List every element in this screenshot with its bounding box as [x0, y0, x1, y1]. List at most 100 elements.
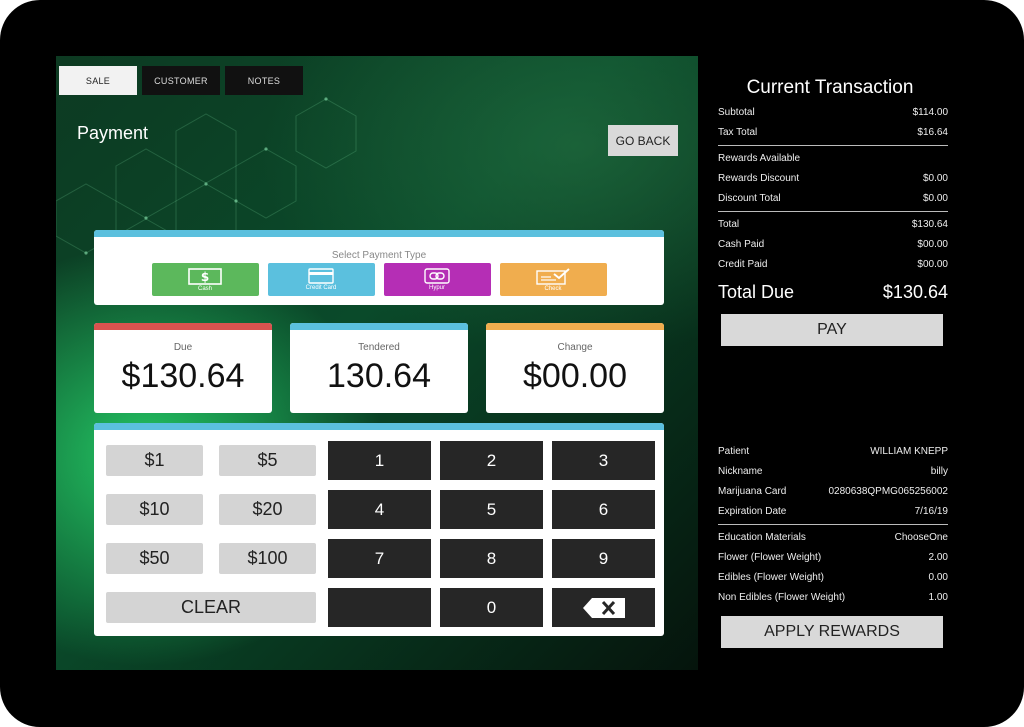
- quick-amount-100-button[interactable]: $100: [219, 543, 316, 574]
- patient-label: Patient: [718, 446, 750, 457]
- tab-sale[interactable]: SALE: [59, 66, 137, 95]
- divider: [718, 524, 948, 525]
- edibles-row: Edibles (Flower Weight) 0.00: [718, 572, 948, 583]
- credit-card-button[interactable]: Credit Card: [267, 263, 375, 296]
- total-value: $130.64: [911, 219, 948, 230]
- change-card: Change $00.00: [486, 323, 664, 413]
- nickname-value: billy: [930, 466, 948, 477]
- credit-card-label: Credit Card: [305, 285, 337, 291]
- select-payment-type-label: Select Payment Type: [331, 250, 427, 261]
- digit-5-button[interactable]: 5: [440, 490, 543, 529]
- nickname-label: Nickname: [718, 466, 763, 477]
- rewards-discount-value: $0.00: [922, 173, 948, 184]
- digit-1-button[interactable]: 1: [328, 441, 431, 480]
- total-due-row: Total Due $130.64: [718, 282, 948, 303]
- expiration-date-row: Expiration Date 7/16/19: [718, 506, 948, 517]
- credit-paid-row: Credit Paid $00.00: [718, 259, 948, 270]
- check-icon: [536, 267, 570, 285]
- total-due-value: $130.64: [882, 282, 948, 302]
- quick-amount-50-button[interactable]: $50: [106, 543, 203, 574]
- education-materials-row: Education Materials ChooseOne: [718, 532, 948, 543]
- marijuana-card-label: Marijuana Card: [718, 486, 787, 497]
- tendered-accent-bar: [290, 323, 468, 330]
- payment-type-card: Select Payment Type $ Cash Credit Card H…: [94, 230, 664, 305]
- digit-0-button[interactable]: 0: [440, 588, 543, 627]
- payment-type-accent-bar: [94, 230, 664, 237]
- marijuana-card-row: Marijuana Card 0280638QPMG065256002: [718, 486, 948, 497]
- total-row: Total $130.64: [718, 219, 948, 230]
- flower-label: Flower (Flower Weight): [718, 552, 822, 563]
- education-materials-label: Education Materials: [718, 532, 806, 543]
- digit-6-button[interactable]: 6: [552, 490, 655, 529]
- tax-total-label: Tax Total: [718, 127, 758, 138]
- due-accent-bar: [94, 323, 272, 330]
- non-edibles-row: Non Edibles (Flower Weight) 1.00: [718, 592, 948, 603]
- payment-type-options: $ Cash Credit Card Hypur Check: [94, 263, 664, 296]
- tax-total-row: Tax Total $16.64: [718, 127, 948, 138]
- digit-7-button[interactable]: 7: [328, 539, 431, 578]
- hypur-button[interactable]: Hypur: [383, 263, 491, 296]
- tax-total-value: $16.64: [917, 127, 948, 138]
- edibles-value: 0.00: [928, 572, 948, 583]
- tab-bar: SALE CUSTOMER NOTES: [59, 66, 308, 95]
- patient-row: Patient WILLIAM KNEPP: [718, 446, 948, 457]
- quick-amount-20-button[interactable]: $20: [219, 494, 316, 525]
- non-edibles-value: 1.00: [928, 592, 948, 603]
- current-transaction-title: Current Transaction: [746, 77, 914, 98]
- change-value: $00.00: [523, 357, 627, 395]
- tab-notes[interactable]: NOTES: [225, 66, 303, 95]
- total-label: Total: [718, 219, 740, 230]
- tab-customer[interactable]: CUSTOMER: [142, 66, 220, 95]
- rewards-available-label: Rewards Available: [718, 153, 801, 164]
- check-button[interactable]: Check: [499, 263, 607, 296]
- divider: [718, 145, 948, 146]
- due-card: Due $130.64: [94, 323, 272, 413]
- rewards-discount-label: Rewards Discount: [718, 173, 800, 184]
- due-label: Due: [173, 342, 193, 353]
- cash-paid-row: Cash Paid $00.00: [718, 239, 948, 250]
- non-edibles-label: Non Edibles (Flower Weight): [718, 592, 846, 603]
- discount-total-value: $0.00: [922, 193, 948, 204]
- transaction-panel: Current Transaction Subtotal $114.00 Tax…: [702, 56, 968, 670]
- backspace-icon: [582, 597, 625, 618]
- education-materials-value[interactable]: ChooseOne: [895, 532, 948, 543]
- divider: [718, 211, 948, 212]
- payment-panel: SALE CUSTOMER NOTES Payment GO BACK Sele…: [56, 56, 698, 670]
- keypad-accent-bar: [94, 423, 664, 430]
- credit-paid-label: Credit Paid: [718, 259, 768, 270]
- go-back-button[interactable]: GO BACK: [608, 125, 678, 156]
- digit-8-button[interactable]: 8: [440, 539, 543, 578]
- cash-button[interactable]: $ Cash: [151, 263, 259, 296]
- pay-button[interactable]: PAY: [721, 314, 943, 346]
- quick-amount-10-button[interactable]: $10: [106, 494, 203, 525]
- hypur-icon: [424, 268, 450, 284]
- quick-amount-1-button[interactable]: $1: [106, 445, 203, 476]
- digit-4-button[interactable]: 4: [328, 490, 431, 529]
- flower-row: Flower (Flower Weight) 2.00: [718, 552, 948, 563]
- page-title: Payment: [77, 123, 149, 143]
- clear-button[interactable]: CLEAR: [106, 592, 316, 623]
- quick-amount-5-button[interactable]: $5: [219, 445, 316, 476]
- tendered-value[interactable]: 130.64: [290, 357, 468, 396]
- edibles-label: Edibles (Flower Weight): [718, 572, 824, 583]
- svg-text:$: $: [201, 270, 209, 284]
- subtotal-row: Subtotal $114.00: [718, 107, 948, 118]
- credit-card-icon: [308, 268, 334, 284]
- cash-label: Cash: [197, 285, 212, 292]
- digit-9-button[interactable]: 9: [552, 539, 655, 578]
- subtotal-value: $114.00: [912, 107, 948, 118]
- discount-total-row: Discount Total $0.00: [718, 193, 948, 204]
- change-accent-bar: [486, 323, 664, 330]
- backspace-button[interactable]: [552, 588, 655, 627]
- credit-paid-value: $00.00: [917, 259, 948, 270]
- digit-2-button[interactable]: 2: [440, 441, 543, 480]
- change-label: Change: [557, 342, 593, 353]
- tablet-frame: SALE CUSTOMER NOTES Payment GO BACK Sele…: [0, 0, 1024, 727]
- hypur-label: Hypur: [428, 285, 445, 291]
- cash-paid-value: $00.00: [917, 239, 948, 250]
- apply-rewards-button[interactable]: APPLY REWARDS: [721, 616, 943, 648]
- digit-3-button[interactable]: 3: [552, 441, 655, 480]
- expiration-date-value: 7/16/19: [914, 506, 948, 517]
- tendered-card: Tendered 130.64: [290, 323, 468, 413]
- flower-value: 2.00: [928, 552, 948, 563]
